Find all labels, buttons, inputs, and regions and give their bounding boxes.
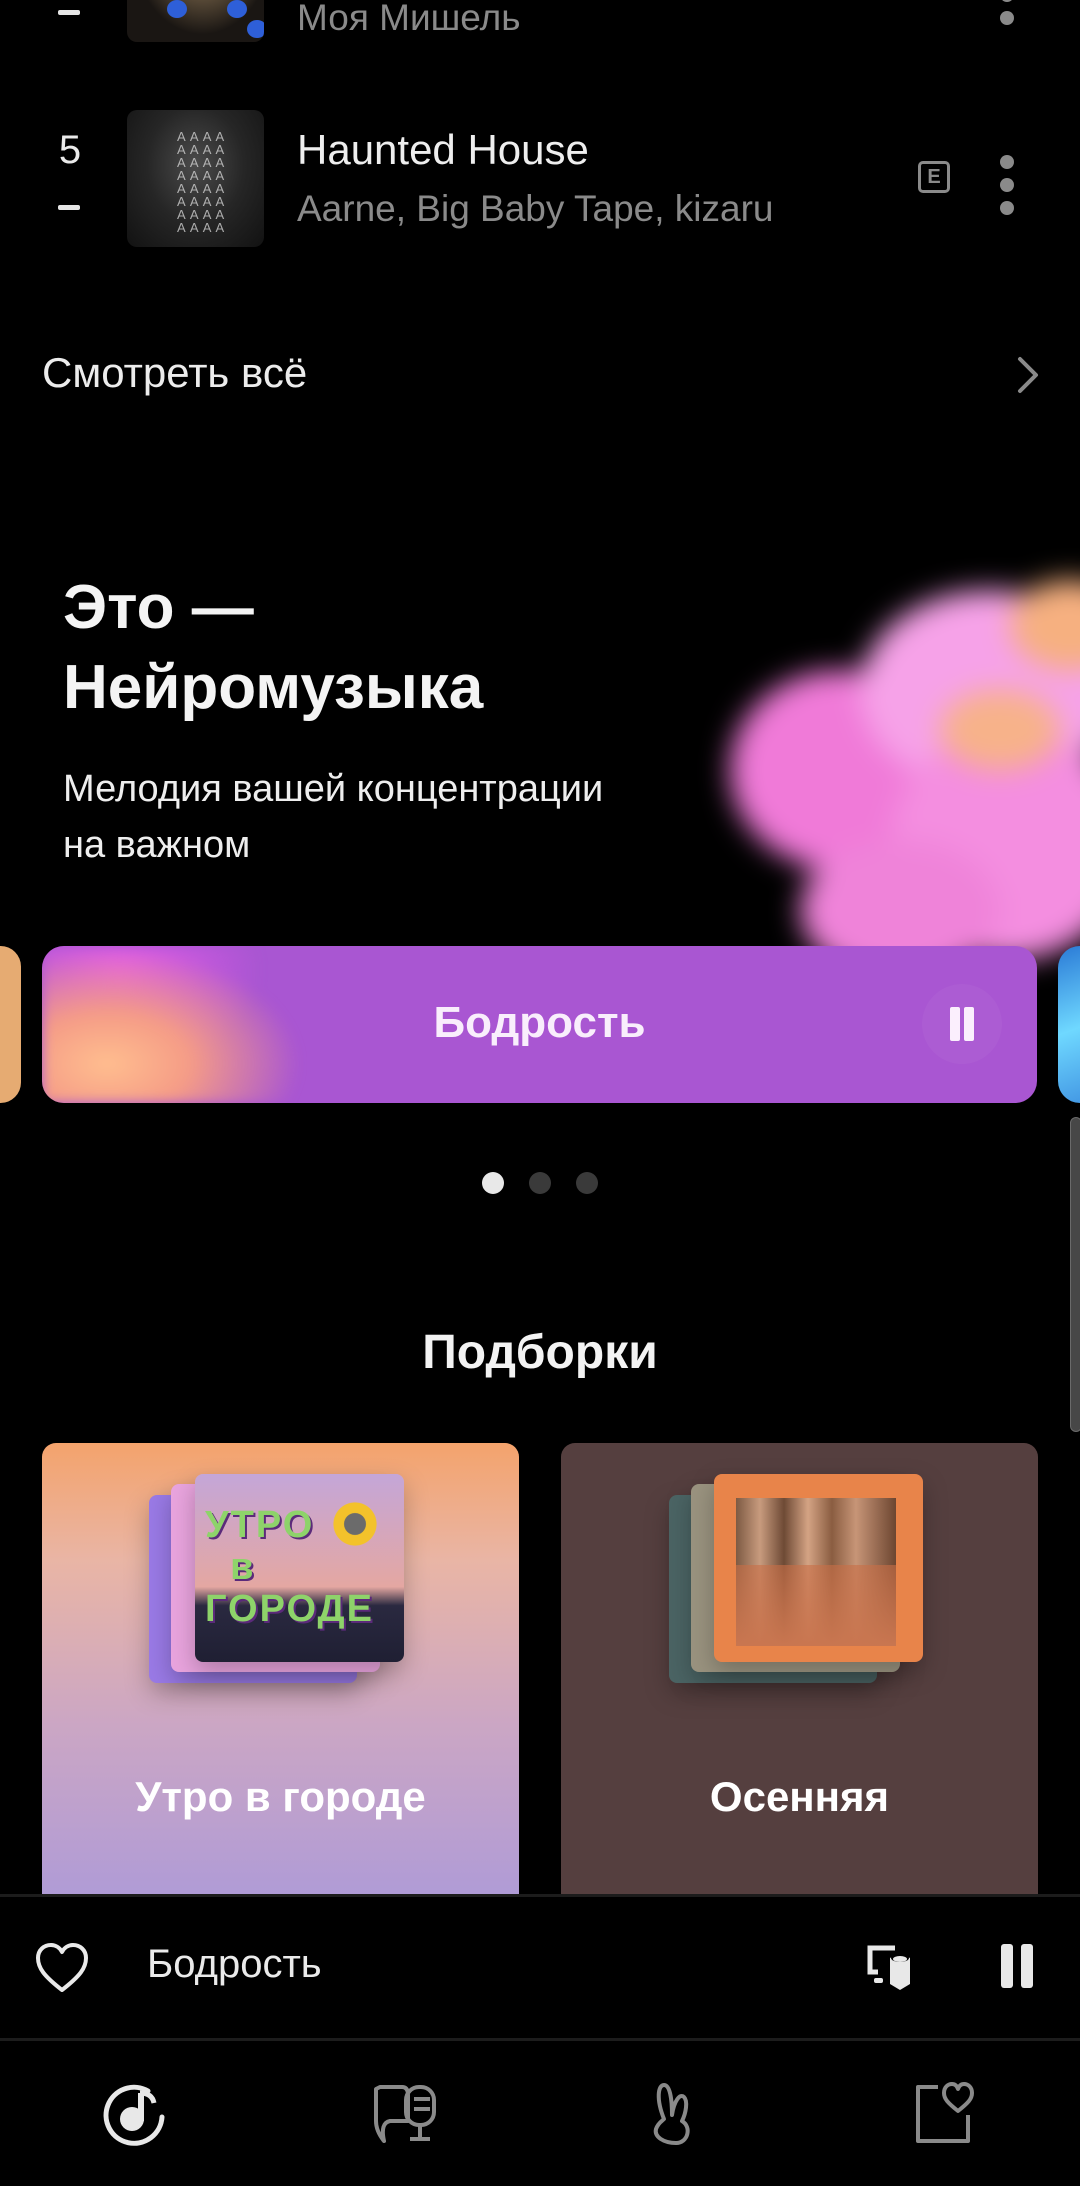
- tab-kids[interactable]: [540, 2041, 810, 2186]
- track-cover: A A A A A A A A A A A A A A A A A A A A …: [127, 110, 264, 247]
- autumn-forest-photo: [736, 1498, 896, 1646]
- track-row[interactable]: Моя Мишель: [0, 0, 1080, 45]
- collections-heading: Подборки: [422, 1326, 658, 1379]
- pause-icon: [964, 1007, 974, 1041]
- chevron-right-icon: [1018, 357, 1038, 393]
- position-unchanged-indicator: [58, 205, 80, 210]
- cover-art-text: УТРО в ГОРОДЕ: [205, 1504, 374, 1630]
- collection-card[interactable]: УТРО в ГОРОДЕ Утро в городе: [42, 1443, 519, 1913]
- mini-player-pause-button[interactable]: [997, 1944, 1037, 1988]
- pause-button[interactable]: [922, 984, 1002, 1064]
- dot-icon: [1000, 0, 1014, 2]
- explicit-badge: E: [918, 161, 950, 193]
- music-wave-icon: [103, 2084, 165, 2146]
- pause-icon: [1021, 1944, 1033, 1988]
- collection-cover: [714, 1474, 923, 1662]
- mini-player[interactable]: Бодрость: [0, 1897, 1080, 2040]
- dot-icon: [1000, 178, 1014, 192]
- more-options-button[interactable]: [995, 155, 1019, 215]
- pause-icon: [1001, 1944, 1013, 1988]
- carousel-pagination: [482, 1172, 602, 1194]
- collection-card[interactable]: Осенняя: [561, 1443, 1038, 1913]
- track-position: 5: [58, 128, 82, 172]
- neuromusic-artwork: [690, 580, 1080, 980]
- collection-title: Осенняя: [709, 1773, 890, 1820]
- track-title: Haunted House: [297, 126, 589, 173]
- carousel-card-previous[interactable]: [0, 946, 21, 1103]
- track-cover: [127, 0, 264, 42]
- like-button[interactable]: [34, 1942, 90, 1994]
- scrollbar-thumb[interactable]: [1070, 1117, 1080, 1432]
- hero-subtitle: Мелодия вашей концентрации на важном: [63, 761, 603, 873]
- hero-subtitle-line: на важном: [63, 824, 251, 866]
- hero-subtitle-line: Мелодия вашей концентрации: [63, 768, 604, 810]
- collection-title: Утро в городе: [135, 1773, 426, 1820]
- tab-music[interactable]: [0, 2041, 270, 2186]
- page-dot-active[interactable]: [482, 1172, 504, 1194]
- dot-icon: [1000, 155, 1014, 169]
- wave-card-active[interactable]: Бодрость: [42, 946, 1037, 1103]
- track-artist: Моя Мишель: [297, 0, 521, 38]
- device-output-icon[interactable]: [866, 1944, 916, 1992]
- kids-bunny-icon: [653, 2083, 690, 2145]
- podcasts-books-icon: [374, 2085, 436, 2143]
- tab-collection[interactable]: [810, 2041, 1080, 2186]
- cover-art-pattern: A A A A A A A A A A A A A A A A A A A A …: [177, 129, 226, 235]
- hero-title: Это — Нейромузыка: [63, 568, 483, 728]
- more-options-button[interactable]: [995, 0, 1019, 25]
- bottom-navigation: [0, 2041, 1080, 2186]
- tab-podcasts-books[interactable]: [270, 2041, 540, 2186]
- mini-player-track[interactable]: Бодрость: [147, 1942, 322, 1987]
- carousel-card-next[interactable]: [1058, 946, 1080, 1103]
- collection-heart-icon: [916, 2082, 974, 2143]
- hero-title-line: Нейромузыка: [63, 653, 484, 722]
- dot-icon: [1000, 201, 1014, 215]
- dot-icon: [1000, 11, 1014, 25]
- wave-card-label: Бодрость: [433, 998, 646, 1047]
- collection-cover: УТРО в ГОРОДЕ: [195, 1474, 404, 1662]
- see-all-link[interactable]: Смотреть всё: [0, 335, 1080, 415]
- see-all-label: Смотреть всё: [42, 349, 308, 396]
- track-row[interactable]: 5 A A A A A A A A A A A A A A A A A A A …: [0, 108, 1080, 248]
- page-dot[interactable]: [529, 1172, 551, 1194]
- hero-title-line: Это —: [63, 573, 254, 642]
- track-artist: Aarne, Big Baby Tape, kizaru: [297, 188, 774, 229]
- pause-icon: [950, 1007, 960, 1041]
- position-unchanged-indicator: [58, 10, 80, 15]
- page-dot[interactable]: [576, 1172, 598, 1194]
